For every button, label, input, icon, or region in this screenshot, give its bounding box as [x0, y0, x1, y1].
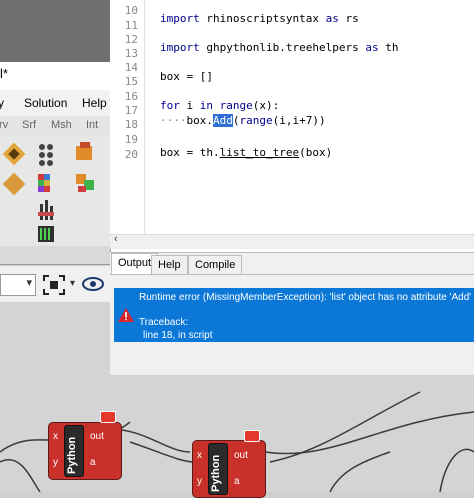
error-text: Runtime error (MissingMemberException): … — [139, 292, 472, 303]
ribbon-icon-1[interactable] — [2, 142, 26, 166]
line-number: 17 — [124, 104, 138, 117]
caret-down-icon[interactable]: ▾ — [70, 278, 75, 289]
line-number: 11 — [124, 19, 138, 32]
code-line-20[interactable]: box = th.list_to_tree(box) — [160, 146, 332, 159]
input-port-x[interactable]: x — [197, 450, 202, 461]
gh-menubar: y Solution Help — [0, 90, 110, 117]
ribbon-icons — [2, 142, 94, 242]
ribbon-icon-2[interactable] — [39, 144, 53, 166]
gh-background — [0, 0, 110, 62]
component-name: Python — [66, 436, 78, 474]
tab-surface[interactable]: Srf — [22, 119, 36, 131]
zoom-dropdown[interactable]: ▾ — [0, 274, 36, 296]
input-port-y[interactable]: y — [197, 476, 202, 487]
menu-item-view[interactable]: y — [0, 96, 4, 110]
line-number: 16 — [124, 90, 138, 103]
input-port-x[interactable]: x — [53, 431, 58, 442]
gh-title: l* — [0, 66, 8, 81]
error-bubble-icon[interactable] — [100, 411, 116, 423]
tab-intersect[interactable]: Int — [86, 119, 98, 131]
component-name: Python — [210, 454, 222, 492]
traceback-line: line 18, in script — [143, 330, 213, 341]
tab-mesh[interactable]: Msh — [51, 119, 72, 131]
zoom-extents-icon[interactable] — [42, 274, 66, 296]
scroll-left-icon[interactable]: ‹ — [114, 233, 118, 245]
code-line-11[interactable]: import rhinoscriptsyntax as rs — [160, 12, 359, 25]
line-number: 13 — [124, 47, 138, 60]
line-number: 15 — [124, 75, 138, 88]
output-port-out[interactable]: out — [234, 450, 248, 461]
line-number: 14 — [124, 61, 138, 74]
menu-item-help[interactable]: Help — [82, 96, 107, 110]
ribbon-icon-4[interactable] — [2, 172, 26, 196]
code-line-13[interactable]: import ghpythonlib.treehelpers as th — [160, 41, 398, 54]
error-icon — [118, 308, 134, 322]
gh-titlebar — [0, 62, 110, 91]
output-port-a[interactable]: a — [90, 457, 96, 468]
gh-canvas-toolbar: ▾ ▾ — [0, 266, 110, 303]
line-number: 10 — [124, 4, 138, 17]
ribbon-icon-6[interactable] — [76, 174, 94, 192]
selected-token: Add — [213, 114, 233, 127]
menu-item-solution[interactable]: Solution — [24, 96, 67, 110]
ribbon-icon-7[interactable] — [38, 200, 54, 220]
ribbon-icon-8[interactable] — [38, 226, 54, 242]
tab-compile[interactable]: Compile — [188, 255, 243, 274]
gh-component-tabs: rv Srf Msh Int — [0, 116, 110, 136]
ribbon-icon-5[interactable] — [38, 174, 50, 192]
output-port-a[interactable]: a — [234, 476, 240, 487]
error-bubble-icon[interactable] — [244, 430, 260, 442]
gh-ribbon — [0, 136, 110, 247]
traceback-label: Traceback: — [139, 317, 189, 328]
input-port-y[interactable]: y — [53, 457, 58, 468]
code-editor[interactable] — [110, 0, 474, 258]
line-number: 12 — [124, 33, 138, 46]
output-port-out[interactable]: out — [90, 431, 104, 442]
line-number: 19 — [124, 133, 138, 146]
code-line-17[interactable]: for i in range(x): — [160, 99, 279, 112]
code-line-15[interactable]: box = [] — [160, 70, 213, 83]
line-number: 18 — [124, 118, 138, 131]
horizontal-scrollbar[interactable] — [110, 234, 474, 249]
code-line-18[interactable]: ····box.Add(range(i,i+7)) — [160, 114, 326, 127]
ribbon-icon-3[interactable] — [76, 142, 92, 160]
line-number: 20 — [124, 148, 138, 161]
ribbon-separator — [0, 246, 110, 265]
tab-curve[interactable]: rv — [0, 119, 8, 131]
eye-icon[interactable] — [82, 277, 104, 291]
tab-help[interactable]: Help — [151, 255, 188, 274]
chevron-down-icon: ▾ — [26, 277, 32, 289]
